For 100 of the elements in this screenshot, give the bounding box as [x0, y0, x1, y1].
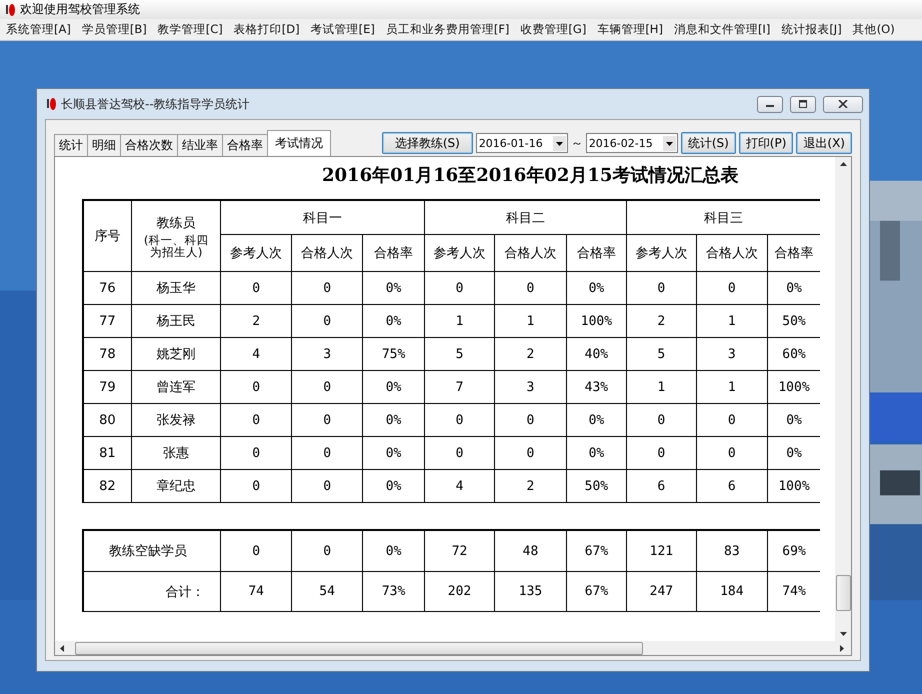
table-cell: 67%: [566, 572, 627, 612]
table-cell: 2: [220, 304, 292, 338]
table-cell: 1: [696, 370, 768, 404]
select-coach-button[interactable]: 选择教练(S): [382, 132, 473, 154]
menu-item[interactable]: 教学管理[C]: [152, 22, 228, 37]
table-cell: 0: [626, 272, 696, 304]
table-cell: 4: [424, 470, 495, 502]
table-cell: 81: [83, 436, 132, 470]
table-cell: 0: [220, 436, 292, 470]
table-cell: 3: [291, 338, 363, 370]
table-cell: 121: [626, 530, 696, 572]
table-cell: 0: [220, 470, 292, 502]
horizontal-scrollbar[interactable]: [55, 641, 851, 655]
table-cell: 0%: [362, 436, 424, 470]
table-cell: 67%: [566, 530, 627, 572]
menu-item[interactable]: 考试管理[E]: [304, 22, 380, 37]
toolbar-button[interactable]: 打印(P): [738, 132, 794, 154]
toolbar-button[interactable]: 退出(X): [796, 132, 852, 154]
maximize-button[interactable]: [790, 96, 816, 112]
header-note: (科一、科四为招生人): [142, 234, 210, 258]
table-cell: 0%: [362, 272, 424, 304]
table-cell: 5: [424, 338, 495, 370]
menu-item[interactable]: 表格打印[D]: [228, 22, 305, 37]
report-title: 2016年01月16至2016年02月15考试情况汇总表: [322, 164, 740, 188]
minimize-button[interactable]: [757, 96, 783, 112]
header-cell: 科目一: [220, 200, 424, 234]
header-label: 教练员: [156, 215, 197, 232]
table-cell: 0%: [566, 436, 627, 470]
table-cell: 0: [220, 272, 292, 304]
close-icon: [838, 100, 848, 108]
close-button[interactable]: [823, 96, 863, 112]
table-cell: 0: [291, 436, 363, 470]
table-cell: 0%: [362, 304, 424, 338]
header-cell: 参考人次: [424, 234, 495, 272]
table-cell: 135: [494, 572, 566, 612]
table-cell: 0: [220, 370, 292, 404]
table-cell: 0: [626, 404, 696, 436]
table-cell: 83: [696, 530, 768, 572]
table-cell: 0: [424, 436, 495, 470]
table-cell: 0%: [362, 370, 424, 404]
table-cell: 74: [220, 572, 292, 612]
menu-item[interactable]: 员工和业务费用管理[F]: [380, 22, 514, 37]
menu-item[interactable]: 收费管理[G]: [514, 22, 592, 37]
table-cell: 0: [696, 272, 768, 304]
menu-item[interactable]: 系统管理[A]: [0, 22, 76, 37]
left-arrow-icon: [59, 644, 65, 652]
toolbar-button[interactable]: 统计(S): [680, 132, 736, 154]
table-cell: 80: [83, 404, 132, 436]
tab[interactable]: 统计: [54, 134, 88, 156]
table-cell: 72: [424, 530, 495, 572]
header-cell: 参考人次: [626, 234, 696, 272]
scrollbar-thumb[interactable]: [75, 642, 643, 654]
header-cell: 合格率: [362, 234, 424, 272]
table-cell: 50%: [566, 470, 627, 502]
table-cell: 247: [626, 572, 696, 612]
table-cell: 3: [696, 338, 768, 370]
table-cell: 0: [291, 404, 363, 436]
dropdown-icon: [552, 136, 566, 150]
maximize-icon: [798, 100, 808, 108]
table-cell: 杨玉华: [131, 272, 221, 304]
table-cell: 6: [626, 470, 696, 502]
table-cell: 54: [291, 572, 363, 612]
tab[interactable]: 考试情况: [267, 130, 331, 156]
date-from-field[interactable]: 2016-01-16: [476, 133, 568, 153]
vertical-scrollbar[interactable]: [835, 157, 851, 641]
menu-item[interactable]: 消息和文件管理[I]: [668, 22, 776, 37]
table-cell: 0: [291, 304, 363, 338]
table-cell: 7: [424, 370, 495, 404]
menu-item[interactable]: 学员管理[B]: [76, 22, 152, 37]
table-cell: 教练空缺学员: [83, 530, 221, 572]
table-cell: 40%: [566, 338, 627, 370]
right-arrow-icon: [839, 644, 845, 652]
dropdown-icon: [662, 136, 676, 150]
table-cell: 100%: [566, 304, 627, 338]
table-cell: 78: [83, 338, 132, 370]
table-cell: 0%: [566, 272, 627, 304]
date-to-field[interactable]: 2016-02-15: [586, 133, 678, 153]
table-cell: 0: [494, 436, 566, 470]
table-cell: 杨王民: [131, 304, 221, 338]
table-cell: 3: [494, 370, 566, 404]
table-cell: 0: [494, 404, 566, 436]
table-cell: 姚芝刚: [131, 338, 221, 370]
table-cell: 0: [220, 530, 292, 572]
table-cell: 0: [494, 272, 566, 304]
table-cell: 43%: [566, 370, 627, 404]
up-arrow-icon: [838, 161, 848, 167]
app-title: 欢迎使用驾校管理系统: [20, 1, 140, 18]
table-cell: 82: [83, 470, 132, 502]
down-arrow-icon: [838, 631, 848, 637]
menu-item[interactable]: 其他(O): [846, 22, 900, 37]
scrollbar-thumb[interactable]: [836, 575, 850, 611]
table-cell: 4: [220, 338, 292, 370]
table-cell: 73%: [362, 572, 424, 612]
app-icon: [45, 97, 57, 111]
table-cell: 202: [424, 572, 495, 612]
menu-item[interactable]: 统计报表[J]: [775, 22, 847, 37]
menu-item[interactable]: 车辆管理[H]: [591, 22, 668, 37]
table-cell: 合计：: [83, 572, 221, 612]
header-cell: 参考人次: [220, 234, 292, 272]
table-cell: 0: [220, 404, 292, 436]
